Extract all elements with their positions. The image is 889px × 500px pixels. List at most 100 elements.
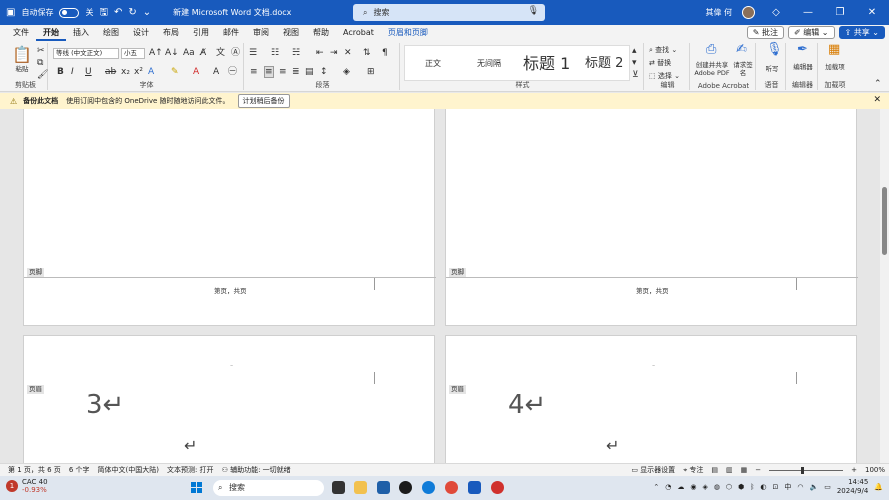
underline-icon[interactable]: U <box>85 67 92 77</box>
accessibility-status[interactable]: ⚇ 辅助功能: 一切就绪 <box>222 465 291 475</box>
recorder-icon[interactable] <box>491 481 504 494</box>
show-marks-icon[interactable]: ¶ <box>382 48 388 58</box>
tab-file[interactable]: 文件 <box>6 25 36 41</box>
vertical-scrollbar[interactable] <box>880 109 889 463</box>
dictate-button[interactable]: 听写 <box>758 65 786 73</box>
page-4[interactable]: ˜ 页眉 4↵ ↵ <box>445 335 857 463</box>
numbering-icon[interactable]: ☷ <box>271 48 279 58</box>
notification-bell-icon[interactable]: 🔔 <box>874 483 883 491</box>
styles-scroll-down-icon[interactable]: ▾ <box>632 58 637 68</box>
title-search-box[interactable]: ⌕ 搜索 🎙 <box>353 4 545 21</box>
tab-references[interactable]: 引用 <box>186 25 216 41</box>
start-button[interactable] <box>191 482 203 494</box>
tab-design[interactable]: 设计 <box>126 25 156 41</box>
taskbar-search[interactable]: ⌕ 搜索 <box>213 480 324 496</box>
bullets-icon[interactable]: ☰ <box>249 48 257 58</box>
focus-button[interactable]: ⌖ 专注 <box>683 465 703 475</box>
battery-icon[interactable]: ▭ <box>824 483 831 491</box>
align-right-icon[interactable]: ≡ <box>279 67 287 77</box>
customize-qat-icon[interactable]: ⌄ <box>143 7 151 18</box>
bold-icon[interactable]: B <box>57 67 64 77</box>
cloud-icon[interactable]: ☁ <box>677 483 684 491</box>
grow-font-icon[interactable]: A↑ <box>149 48 163 58</box>
display-settings-button[interactable]: ▭ 显示器设置 <box>631 465 675 475</box>
share-button[interactable]: ⇪ 共享 ⌄ <box>838 26 885 39</box>
zoom-slider[interactable] <box>769 466 844 474</box>
replace-button[interactable]: ⇄ 替换 <box>649 58 671 68</box>
comments-button[interactable]: ✎ 批注 <box>746 26 784 39</box>
footer-page-count[interactable]: 第页，共页 <box>214 285 247 295</box>
justify-icon[interactable]: ≣ <box>292 67 300 77</box>
page-1[interactable]: 页脚 第页，共页 <box>23 109 436 326</box>
editor-button[interactable]: 编辑器 <box>790 63 816 71</box>
font-color-icon[interactable]: A <box>193 67 199 77</box>
italic-icon[interactable]: I <box>71 67 74 77</box>
document-title[interactable]: 新建 Microsoft Word 文档.docx <box>173 7 291 18</box>
styles-scroll-up-icon[interactable]: ▴ <box>632 46 637 56</box>
language-indicator[interactable]: 简体中文(中国大陆) <box>98 465 159 475</box>
format-painter-icon[interactable]: 🖌 <box>37 70 48 80</box>
zoom-in-icon[interactable]: + <box>851 466 857 474</box>
tab-insert[interactable]: 插入 <box>66 25 96 41</box>
print-layout-icon[interactable]: ▥ <box>726 466 733 474</box>
file-explorer-icon[interactable] <box>354 481 367 494</box>
app-icon[interactable] <box>399 481 412 494</box>
superscript-icon[interactable]: x² <box>134 67 143 77</box>
avatar[interactable] <box>742 6 755 19</box>
create-pdf-icon[interactable]: ⎙ <box>706 43 716 56</box>
line-spacing-icon[interactable]: ↕ <box>320 67 328 77</box>
scrollbar-thumb[interactable] <box>882 187 887 255</box>
style-heading-1[interactable]: 标题 1 <box>523 50 570 74</box>
align-center-icon[interactable]: ≡ <box>264 66 274 78</box>
tab-help[interactable]: 帮助 <box>306 25 336 41</box>
diamond-icon[interactable]: ◇ <box>765 7 787 18</box>
increase-indent-icon[interactable]: ⇥ <box>330 48 338 58</box>
maximize-icon[interactable]: ❐ <box>829 7 851 18</box>
paragraph-mark[interactable]: ↵ <box>184 436 197 455</box>
align-left-icon[interactable]: ≡ <box>250 67 258 77</box>
shrink-font-icon[interactable]: A↓ <box>165 48 179 58</box>
zoom-out-icon[interactable]: − <box>755 466 761 474</box>
bluetooth-icon[interactable]: ᛒ <box>750 483 754 491</box>
font-size-combo[interactable]: 小五 <box>121 48 145 59</box>
tray-app-icon[interactable]: ◈ <box>702 483 707 491</box>
minimize-icon[interactable]: — <box>797 7 819 18</box>
tab-acrobat[interactable]: Acrobat <box>336 25 381 41</box>
style-no-spacing[interactable]: 无间隔 <box>477 58 501 69</box>
create-share-pdf-button[interactable]: 创建并共享 Adobe PDF <box>692 61 732 77</box>
page-3[interactable]: ˜ 页眉 3↵ ↵ <box>23 335 435 463</box>
tray-expand-icon[interactable]: ⌃ <box>653 483 659 491</box>
sort-icon[interactable]: ⇅ <box>363 48 371 58</box>
borders-icon[interactable]: ⊞ <box>367 67 375 77</box>
addins-icon[interactable]: ▦ <box>828 43 840 56</box>
distributed-icon[interactable]: ▤ <box>305 67 314 77</box>
tab-home[interactable]: 开始 <box>36 25 66 41</box>
volume-icon[interactable]: 🔈 <box>809 483 818 491</box>
wifi-icon[interactable]: ◠ <box>797 483 803 491</box>
collapse-ribbon-icon[interactable]: ⌃ <box>874 79 882 89</box>
dictate-icon[interactable]: 🎙 <box>766 43 783 56</box>
style-normal[interactable]: 正文 <box>425 58 441 69</box>
editing-mode-button[interactable]: ✐ 编辑 ⌄ <box>788 26 835 39</box>
style-heading-2[interactable]: 标题 2 <box>585 52 623 71</box>
addins-button[interactable]: 加载项 <box>822 63 848 71</box>
request-sign-icon[interactable]: ✍ <box>736 43 747 56</box>
clock[interactable]: 14:45 2024/9/4 <box>837 478 868 496</box>
tab-header-footer[interactable]: 页眉和页脚 <box>381 25 435 41</box>
save-icon[interactable]: 🖫 <box>99 7 108 18</box>
tray-app-icon[interactable]: ◍ <box>714 483 720 491</box>
ime-icon[interactable]: 中 <box>784 482 791 492</box>
character-border-icon[interactable]: Ⓐ <box>231 48 240 58</box>
footer-page-count[interactable]: 第页，共页 <box>636 285 669 295</box>
tray-app-icon[interactable]: ⊡ <box>773 483 779 491</box>
decrease-indent-icon[interactable]: ⇤ <box>316 48 324 58</box>
user-name[interactable]: 其偉 何 <box>705 7 732 18</box>
text-effects-icon[interactable]: A <box>148 67 154 77</box>
tray-app-icon[interactable]: ◔ <box>665 483 671 491</box>
task-view-icon[interactable] <box>332 481 345 494</box>
editor-icon[interactable]: ✒ <box>797 43 808 56</box>
highlight-icon[interactable]: ✎ <box>171 67 179 77</box>
tab-draw[interactable]: 绘图 <box>96 25 126 41</box>
document-canvas[interactable]: 页脚 第页，共页 页脚 第页，共页 ˜ 页眉 3↵ ↵ ˜ 页眉 4↵ ↵ <box>0 109 880 463</box>
page-2[interactable]: 页脚 第页，共页 <box>445 109 858 326</box>
